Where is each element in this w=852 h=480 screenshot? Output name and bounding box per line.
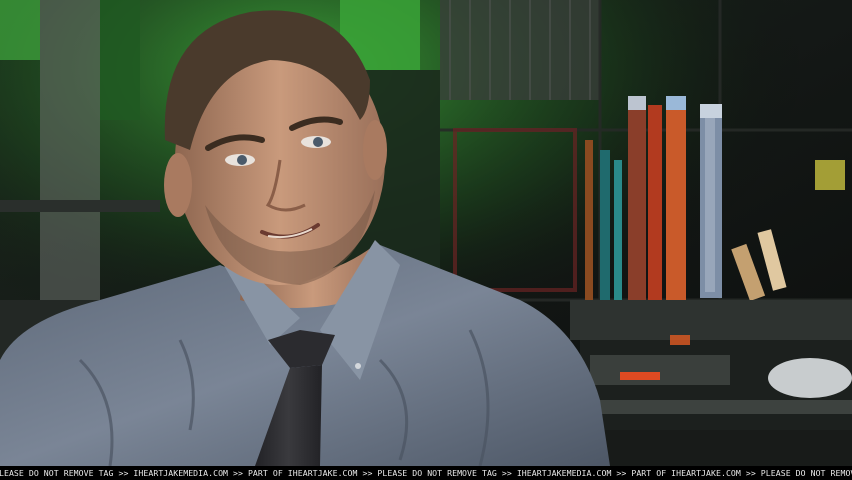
photo-scene <box>0 0 852 466</box>
watermark-bar: PLEASE DO NOT REMOVE TAG >> IHEARTJAKEME… <box>0 466 852 480</box>
video-frame: PLEASE DO NOT REMOVE TAG >> IHEARTJAKEME… <box>0 0 852 480</box>
watermark-text: PLEASE DO NOT REMOVE TAG >> IHEARTJAKEME… <box>0 468 852 478</box>
